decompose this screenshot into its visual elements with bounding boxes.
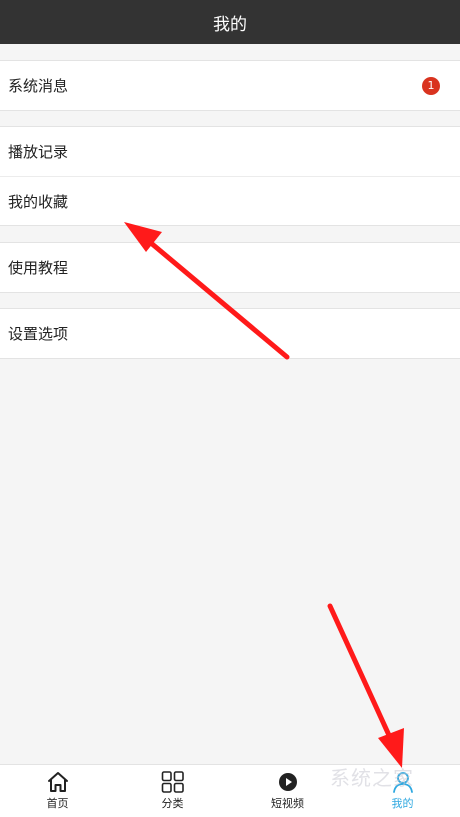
grid-icon xyxy=(161,771,184,793)
tab-label: 我的 xyxy=(391,797,414,810)
menu-item-my-favorites[interactable]: 我的收藏 xyxy=(0,176,460,225)
unread-badge: 1 xyxy=(422,76,440,95)
menu-group-history: 播放记录 我的收藏 xyxy=(0,126,460,226)
tab-category[interactable]: 分类 xyxy=(115,765,230,817)
tab-label: 分类 xyxy=(161,797,184,810)
menu-item-label: 播放记录 xyxy=(8,143,69,161)
menu-group-tutorial: 使用教程 xyxy=(0,242,460,293)
annotation-arrows xyxy=(124,222,404,768)
tab-label: 首页 xyxy=(46,797,69,810)
menu-group-messages: 系统消息 1 xyxy=(0,60,460,111)
menu-item-play-history[interactable]: 播放记录 xyxy=(0,127,460,176)
menu-item-settings[interactable]: 设置选项 xyxy=(0,309,460,358)
video-icon xyxy=(278,773,297,791)
annotation-arrow-mine-tab xyxy=(327,603,396,747)
menu-item-tutorial[interactable]: 使用教程 xyxy=(0,243,460,292)
page-title: 我的 xyxy=(213,14,247,35)
tab-home[interactable]: 首页 xyxy=(0,765,115,817)
tab-label: 短视频 xyxy=(271,797,304,810)
menu-item-label: 设置选项 xyxy=(8,325,69,343)
menu-item-system-messages[interactable]: 系统消息 1 xyxy=(0,61,460,110)
menu-group-settings: 设置选项 xyxy=(0,308,460,359)
title-bar: 我的 xyxy=(0,0,460,44)
home-icon xyxy=(47,772,68,792)
menu-item-label: 我的收藏 xyxy=(8,192,69,211)
tab-short-video[interactable]: 短视频 xyxy=(230,765,345,817)
menu-item-label: 使用教程 xyxy=(8,259,69,277)
menu-item-label: 系统消息 xyxy=(8,77,69,95)
watermark-text: 系统之家 xyxy=(330,766,414,790)
